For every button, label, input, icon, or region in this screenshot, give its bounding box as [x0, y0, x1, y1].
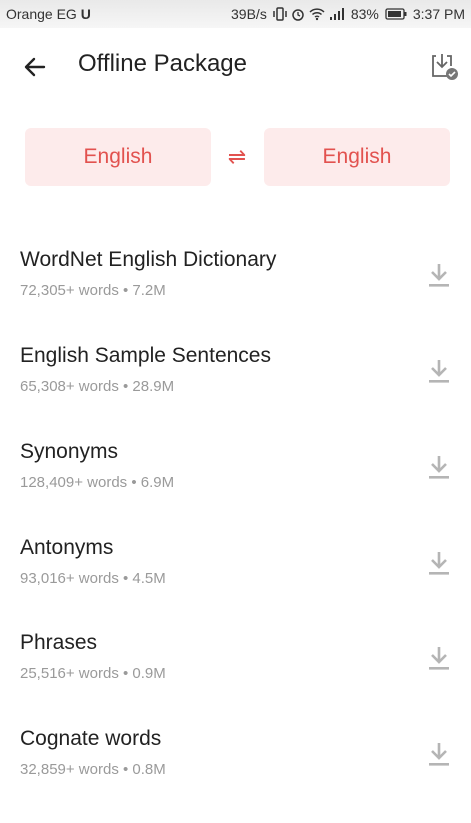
package-size: 0.9M: [132, 665, 166, 682]
package-meta: 128,409+ words • 6.9M: [20, 474, 174, 491]
package-words: 72,305+ words: [20, 282, 119, 299]
package-words: 25,516+ words: [20, 665, 119, 682]
package-item[interactable]: Cognate words 32,859+ words • 0.8M: [0, 727, 471, 823]
package-meta: 32,859+ words • 0.8M: [20, 761, 166, 778]
download-check-icon: [432, 54, 458, 80]
wifi-icon: [309, 8, 325, 21]
package-size: 0.8M: [132, 761, 166, 778]
package-item[interactable]: Antonyms 93,016+ words • 4.5M: [0, 536, 471, 632]
back-button[interactable]: [20, 52, 50, 82]
carrier-label: Orange EG U: [6, 6, 91, 22]
package-meta: 93,016+ words • 4.5M: [20, 570, 166, 587]
package-words: 128,409+ words: [20, 474, 128, 491]
package-meta: 72,305+ words • 7.2M: [20, 282, 166, 299]
download-icon: [429, 743, 449, 766]
target-language-button[interactable]: English: [264, 128, 450, 186]
meta-separator: •: [118, 378, 133, 395]
page-title: Offline Package: [78, 50, 247, 77]
clock-time: 3:37 PM: [412, 6, 465, 22]
status-right: 39B/s 83% 3:37 PM: [231, 6, 465, 22]
download-icon: [429, 456, 449, 479]
meta-separator: •: [118, 761, 133, 778]
package-item[interactable]: Phrases 25,516+ words • 0.9M: [0, 631, 471, 727]
package-name: WordNet English Dictionary: [20, 248, 277, 271]
battery-icon: [385, 8, 407, 20]
download-icon: [429, 552, 449, 575]
status-icons: [273, 7, 345, 21]
carrier-badge: U: [80, 6, 91, 22]
swap-languages-button[interactable]: ⇌: [225, 142, 249, 172]
meta-separator: •: [127, 474, 141, 491]
battery-percent: 83%: [350, 6, 379, 22]
download-button[interactable]: [427, 645, 451, 671]
language-selector: English ⇌ English: [0, 128, 471, 186]
app-bar: Offline Package: [0, 28, 471, 104]
package-meta: 25,516+ words • 0.9M: [20, 665, 166, 682]
download-icon: [429, 360, 449, 383]
meta-separator: •: [118, 570, 133, 587]
package-size: 7.2M: [132, 282, 166, 299]
arrow-left-icon: [24, 57, 46, 77]
signal-icon: [329, 8, 344, 20]
package-item[interactable]: English Sample Sentences 65,308+ words •…: [0, 344, 471, 440]
package-item[interactable]: Synonyms 128,409+ words • 6.9M: [0, 440, 471, 536]
carrier-name: Orange EG: [6, 6, 77, 22]
package-size: 28.9M: [132, 378, 175, 395]
meta-separator: •: [118, 665, 133, 682]
status-bar: Orange EG U 39B/s 83% 3:37 PM: [0, 0, 471, 28]
download-button[interactable]: [427, 550, 451, 576]
package-size: 6.9M: [140, 474, 175, 491]
package-name: Antonyms: [20, 536, 114, 559]
package-words: 32,859+ words: [20, 761, 119, 778]
download-manager-button[interactable]: [427, 50, 461, 84]
download-icon: [429, 264, 449, 287]
meta-separator: •: [118, 282, 133, 299]
download-button[interactable]: [427, 741, 451, 767]
download-button[interactable]: [427, 262, 451, 288]
download-button[interactable]: [427, 454, 451, 480]
package-meta: 65,308+ words • 28.9M: [20, 378, 174, 395]
package-name: Cognate words: [20, 727, 162, 750]
package-name: Phrases: [20, 631, 98, 654]
package-name: English Sample Sentences: [20, 344, 271, 367]
source-language-button[interactable]: English: [25, 128, 211, 186]
alarm-icon: [292, 9, 304, 21]
package-name: Synonyms: [20, 440, 119, 463]
package-size: 4.5M: [132, 570, 166, 587]
vibrate-icon: [273, 7, 287, 21]
download-button[interactable]: [427, 358, 451, 384]
package-words: 93,016+ words: [20, 570, 119, 587]
download-icon: [429, 647, 449, 670]
network-speed: 39B/s: [231, 6, 267, 22]
package-item[interactable]: WordNet English Dictionary 72,305+ words…: [0, 248, 471, 344]
package-words: 65,308+ words: [20, 378, 119, 395]
